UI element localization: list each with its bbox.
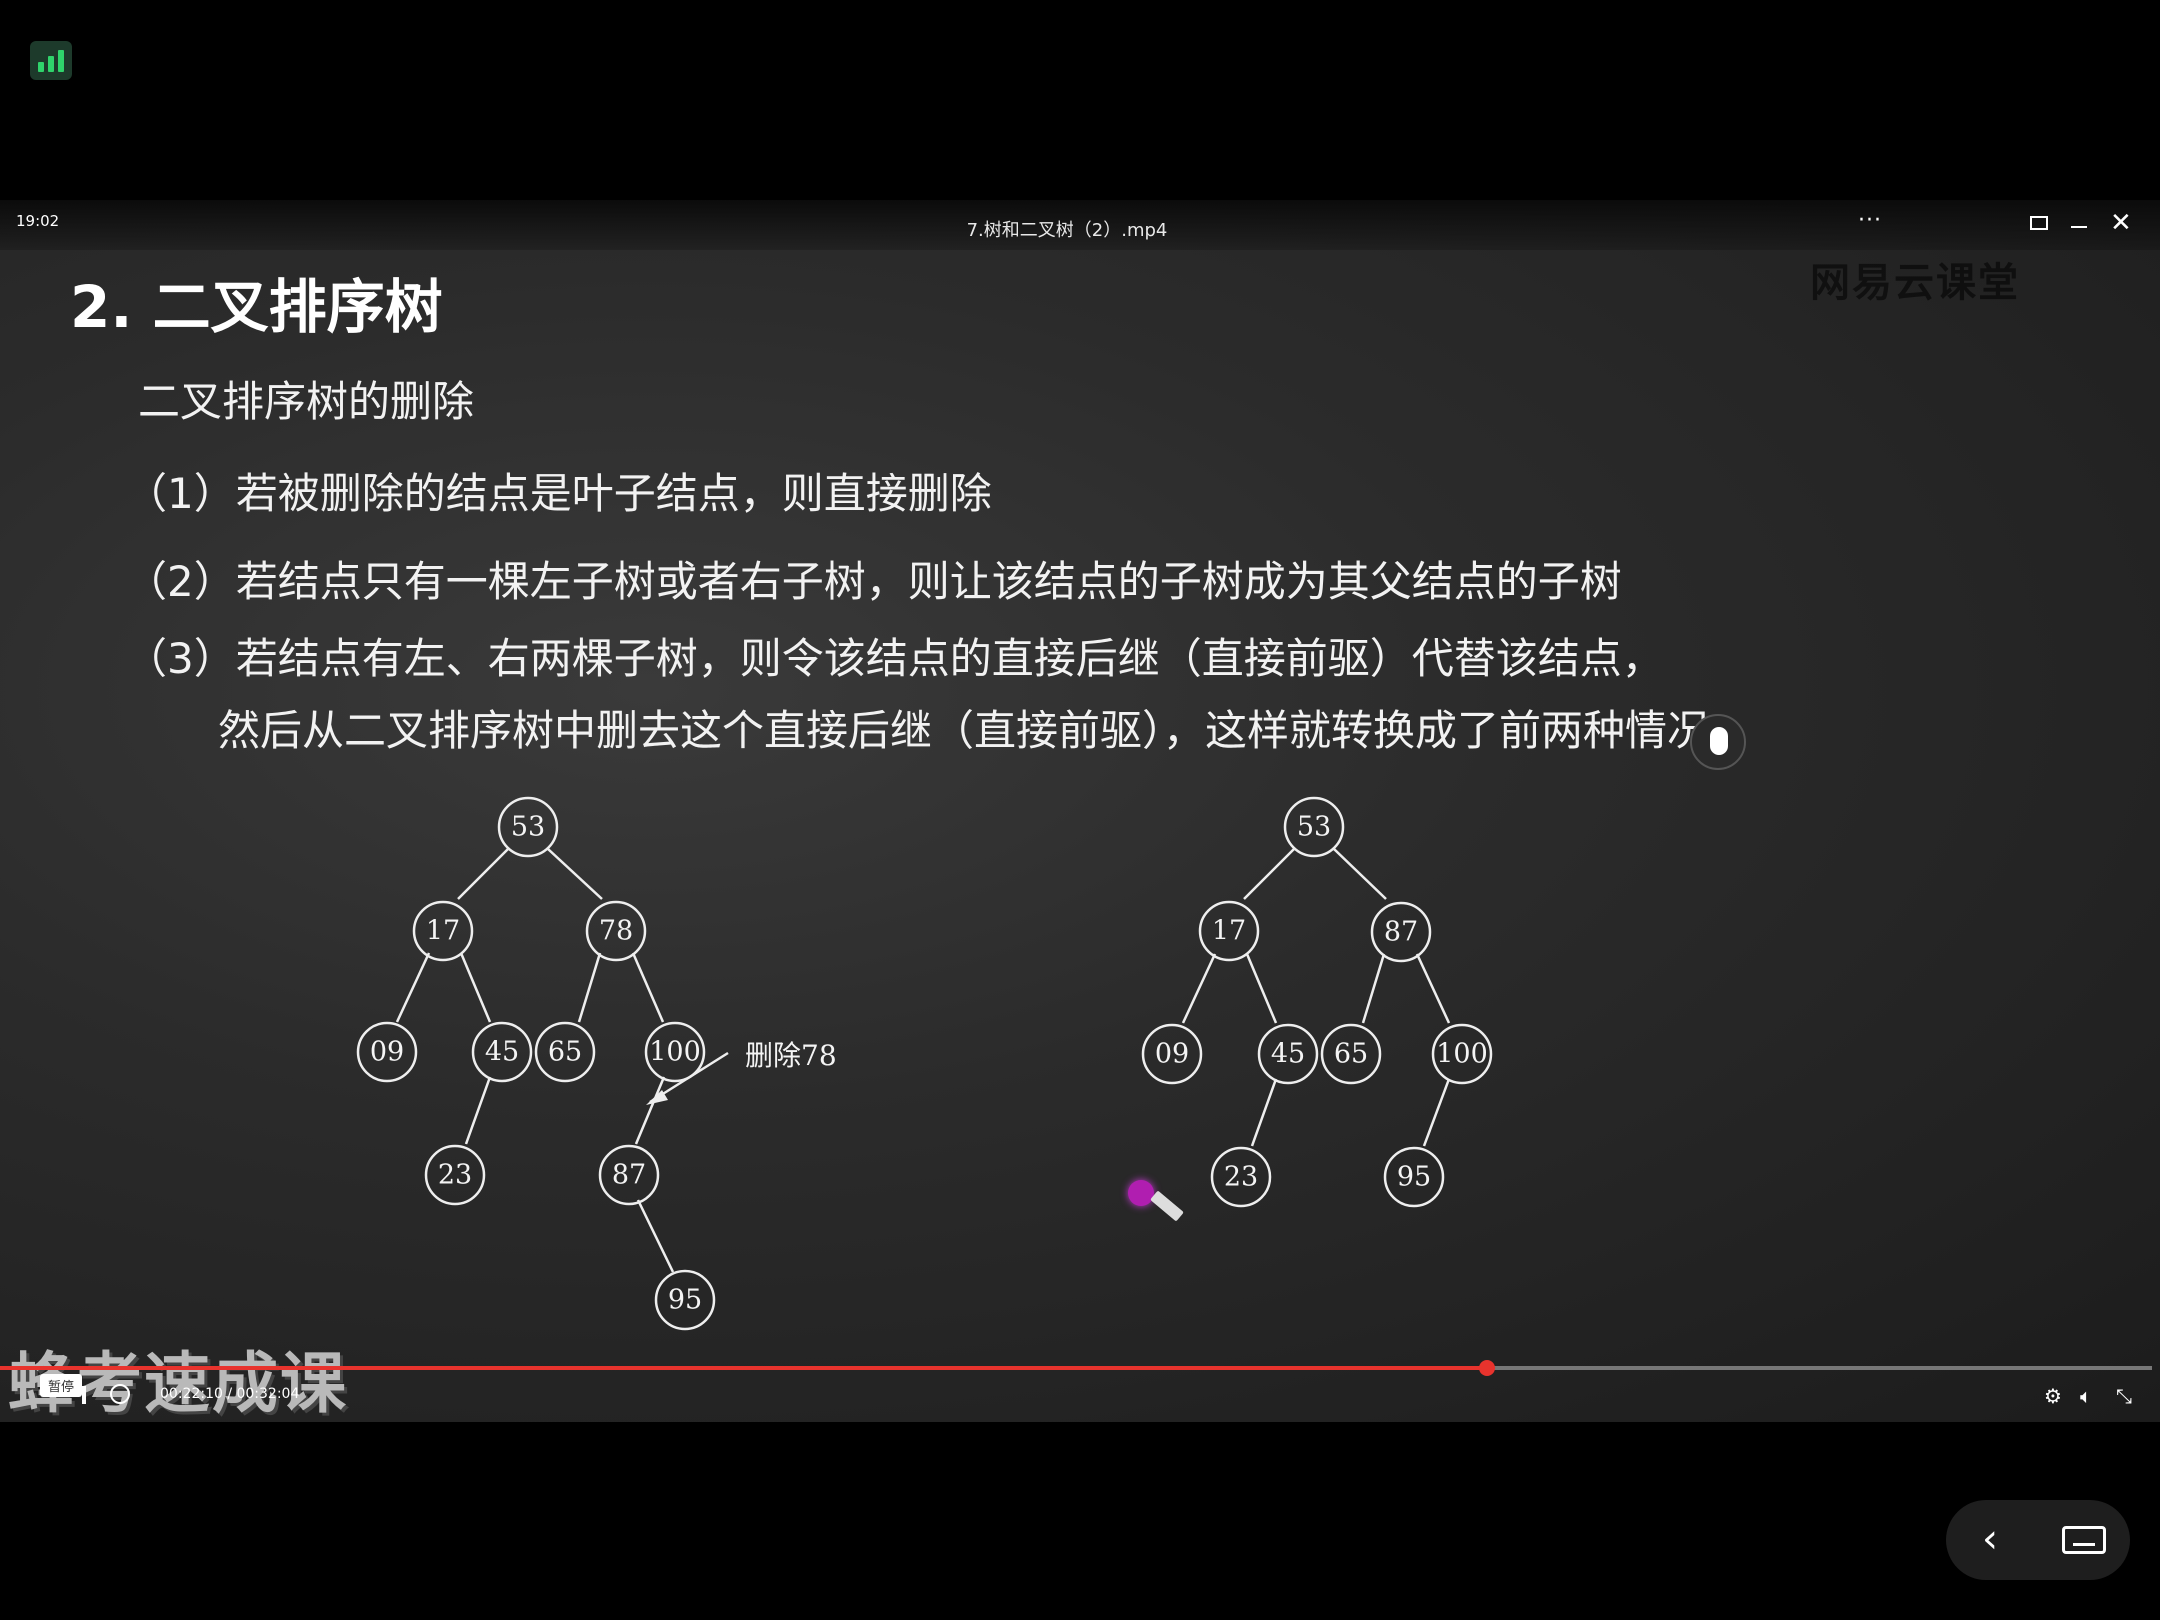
tree-node: 17 [412, 900, 474, 962]
player-controls: 暂停 00:22:10 / 00:32:04 ⚙ 🔈︎ ⤡ [0, 1372, 2160, 1422]
pen-cursor-icon [1128, 1180, 1154, 1206]
svg-text:09: 09 [1155, 1039, 1189, 1070]
play-pause-button[interactable] [82, 1386, 86, 1404]
tree-node: 65 [534, 1021, 596, 1083]
svg-text:100: 100 [649, 1037, 701, 1068]
delete-label: 删除78 [745, 1039, 837, 1072]
svg-text:65: 65 [1334, 1039, 1368, 1070]
tree-node: 17 [1198, 900, 1260, 962]
loop-icon[interactable] [110, 1384, 130, 1404]
tree-edge [1333, 848, 1387, 900]
tree-diagrams: 删除78 53 17 78 09 45 65 100 23 87 95 53 1… [356, 796, 1493, 1331]
back-button[interactable]: ‹ [1982, 1516, 1998, 1562]
tree-node: 100 [644, 1021, 706, 1083]
tree-edge [1245, 953, 1278, 1024]
tree-edge [464, 1076, 492, 1145]
tree-edge [1415, 953, 1451, 1024]
time-display: 00:22:10 / 00:32:04 [160, 1386, 300, 1402]
svg-text:53: 53 [511, 812, 545, 843]
svg-text:100: 100 [1436, 1039, 1488, 1070]
tree-node: 100 [1431, 1023, 1493, 1085]
tree-edge [547, 848, 603, 900]
svg-text:78: 78 [599, 916, 633, 947]
svg-text:09: 09 [370, 1037, 404, 1068]
progress-fill [0, 1366, 1488, 1370]
tree-edge [577, 952, 602, 1023]
svg-text:87: 87 [1384, 917, 1418, 948]
tree-node: 78 [585, 900, 647, 962]
tree-node: 95 [1383, 1146, 1445, 1208]
tree-edge [631, 952, 665, 1023]
svg-text:17: 17 [426, 916, 460, 947]
svg-text:95: 95 [1397, 1162, 1431, 1193]
floating-toolbar: ‹ [1946, 1500, 2130, 1580]
tree-node: 09 [1141, 1023, 1203, 1085]
keyboard-icon[interactable] [2062, 1526, 2106, 1554]
tree-edge [1181, 953, 1217, 1024]
tree-node: 95 [654, 1269, 716, 1331]
svg-text:23: 23 [438, 1160, 472, 1191]
tree-node: 53 [497, 796, 559, 858]
progress-bar[interactable] [0, 1360, 2152, 1376]
tree-edge [1250, 1078, 1278, 1147]
svg-text:87: 87 [612, 1160, 646, 1191]
svg-text:17: 17 [1212, 916, 1246, 947]
speaker-icon[interactable]: 🔈︎ [2080, 1384, 2092, 1408]
tree-edge [1361, 953, 1386, 1024]
svg-text:95: 95 [668, 1285, 702, 1316]
exit-fullscreen-icon[interactable]: ⤡ [2116, 1384, 2132, 1408]
tree-edge [1422, 1078, 1451, 1147]
gear-icon[interactable]: ⚙ [2044, 1384, 2062, 1408]
tree-edge [634, 1076, 666, 1145]
tree-node: 09 [356, 1021, 418, 1083]
bar-chart-icon[interactable] [30, 41, 72, 80]
tree-node: 45 [471, 1021, 533, 1083]
video-player[interactable]: 19:02 7.树和二叉树（2）.mp4 ··· ✕ 网易云课堂 2. 二叉排序… [0, 200, 2160, 1422]
tree-before: 删除78 53 17 78 09 45 65 100 23 87 95 [356, 796, 837, 1331]
tree-after: 53 17 87 09 45 65 100 23 95 [1141, 796, 1493, 1208]
tree-node: 23 [1210, 1146, 1272, 1208]
tree-node: 65 [1320, 1023, 1382, 1085]
tree-node: 53 [1283, 796, 1345, 858]
tree-edge [1243, 848, 1295, 900]
tree-edge [636, 1199, 675, 1273]
svg-text:65: 65 [548, 1037, 582, 1068]
tree-node: 23 [424, 1144, 486, 1206]
pause-tooltip: 暂停 [40, 1374, 83, 1397]
svg-text:45: 45 [1271, 1039, 1305, 1070]
tree-node: 87 [1370, 901, 1432, 963]
tree-node: 45 [1257, 1023, 1319, 1085]
tree-edge [395, 952, 431, 1023]
tree-node: 87 [598, 1144, 660, 1206]
tree-edge [459, 952, 492, 1023]
svg-text:53: 53 [1297, 812, 1331, 843]
tree-edge [457, 848, 509, 900]
svg-text:23: 23 [1224, 1162, 1258, 1193]
svg-text:45: 45 [485, 1037, 519, 1068]
